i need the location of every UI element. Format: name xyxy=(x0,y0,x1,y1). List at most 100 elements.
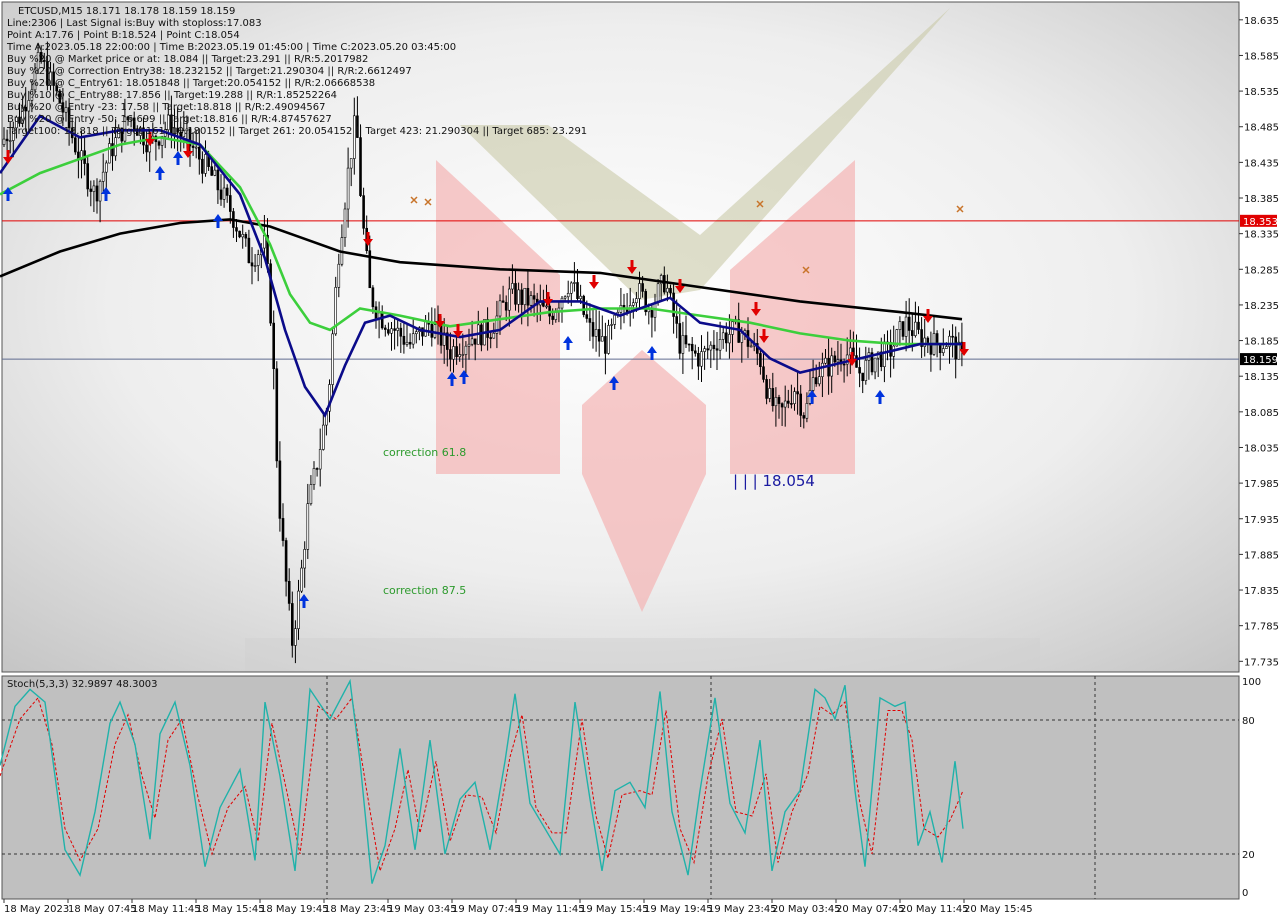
time-tick-label: 18 May 11:45 xyxy=(132,904,201,915)
candle-body xyxy=(396,327,400,331)
candle-body xyxy=(284,540,288,582)
candle-body xyxy=(765,379,768,399)
candle-body xyxy=(480,324,483,346)
candle-body xyxy=(681,335,685,354)
time-tick-label: 18 May 19:45 xyxy=(260,904,329,915)
candle-body xyxy=(697,352,700,367)
candle-body xyxy=(380,312,384,329)
candle-body xyxy=(607,325,610,354)
candle-body xyxy=(213,169,217,176)
signal-info-line: Buy %20 @ Entry -50: 16.699 || Target:18… xyxy=(7,114,332,125)
candle-body xyxy=(532,295,536,300)
candle-body xyxy=(210,166,213,176)
candle-body xyxy=(709,344,713,351)
candle-body xyxy=(244,234,248,239)
candle-body xyxy=(229,195,232,212)
candle-body xyxy=(529,295,533,306)
candle-body xyxy=(241,234,244,238)
candle-body xyxy=(721,332,725,340)
candle-body xyxy=(331,333,334,385)
candle-body xyxy=(272,322,276,370)
candle-body xyxy=(740,332,744,343)
candle-body xyxy=(724,332,728,344)
candle-body xyxy=(287,580,291,604)
candle-body xyxy=(703,348,706,352)
candle-body xyxy=(504,302,508,311)
candle-body xyxy=(222,187,226,200)
candle-body xyxy=(790,403,793,405)
price-tick-label: 18.335 xyxy=(1244,230,1279,241)
candle-body xyxy=(650,309,654,318)
candle-body xyxy=(520,289,524,305)
price-tick-label: 18.085 xyxy=(1244,408,1279,419)
price-chart[interactable]: ETCUSD,M15 18.171 18.178 18.159 18.159 L… xyxy=(0,0,1280,920)
signal-info-line: Buy %20 @ Entry -23: 17.58 || Target:18.… xyxy=(7,102,325,113)
candle-body xyxy=(256,254,260,266)
candle-body xyxy=(235,227,238,232)
resistance-price-label: 18.353 xyxy=(1243,217,1278,228)
price-tick-label: 18.585 xyxy=(1244,51,1279,62)
candle-body xyxy=(74,137,77,153)
candle-body xyxy=(579,295,582,299)
candle-body xyxy=(687,343,691,346)
price-tick-label: 18.635 xyxy=(1244,16,1279,27)
stoch-level-0-label: 0 xyxy=(1242,888,1248,899)
candle-body xyxy=(811,377,815,391)
candle-body xyxy=(455,346,458,358)
candle-body xyxy=(591,322,595,337)
time-tick-label: 19 May 19:45 xyxy=(644,904,713,915)
candle-body xyxy=(467,343,471,347)
candle-body xyxy=(597,329,601,342)
candle-body xyxy=(796,391,799,395)
candle-body xyxy=(201,158,204,174)
candle-body xyxy=(281,518,285,541)
signal-info-line: Buy %10 @ C_Entry88: 17.856 || Target:19… xyxy=(7,90,337,101)
candle-body xyxy=(954,336,958,360)
candle-body xyxy=(861,372,865,381)
current-price-label: 18.159 xyxy=(1243,355,1278,366)
signal-info-line: Buy %20 @ C_Entry61: 18.051848 || Target… xyxy=(7,78,375,89)
candle-body xyxy=(662,275,666,293)
chart-window[interactable]: ETCUSD,M15 18.171 18.178 18.159 18.159 L… xyxy=(0,0,1280,920)
candle-body xyxy=(576,282,579,299)
candle-body xyxy=(250,262,254,267)
price-tick-label: 17.785 xyxy=(1244,622,1279,633)
candle-body xyxy=(759,353,762,368)
candle-body xyxy=(315,468,319,470)
time-tick-label: 20 May 11:45 xyxy=(900,904,969,915)
price-tick-label: 17.735 xyxy=(1244,657,1279,668)
price-tick-label: 18.385 xyxy=(1244,194,1279,205)
candle-body xyxy=(929,343,933,355)
price-tick-label: 17.885 xyxy=(1244,550,1279,561)
time-tick-label: 19 May 23:45 xyxy=(708,904,777,915)
candle-body xyxy=(92,185,96,192)
candle-body xyxy=(278,460,282,519)
candle-body xyxy=(86,163,89,190)
candle-body xyxy=(414,331,418,335)
candle-body xyxy=(907,316,911,331)
price-axis: 18.635 18.585 18.535 18.485 18.435 18.385 18.3… xyxy=(1239,16,1279,668)
price-tick-label: 17.935 xyxy=(1244,515,1279,526)
candle-body xyxy=(814,377,818,385)
candle-body xyxy=(297,590,300,629)
candle-body xyxy=(898,321,902,330)
candle-body xyxy=(718,339,722,351)
candle-body xyxy=(489,337,493,339)
time-tick-label: 18 May 23:45 xyxy=(324,904,393,915)
candle-body xyxy=(346,167,350,210)
time-tick-label: 20 May 07:45 xyxy=(836,904,905,915)
candle-body xyxy=(678,323,682,354)
candle-body xyxy=(321,424,325,450)
price-tick-label: 17.985 xyxy=(1244,479,1279,490)
candle-body xyxy=(777,397,781,404)
candle-body xyxy=(712,344,716,350)
candle-body xyxy=(393,328,396,331)
candle-body xyxy=(219,189,223,200)
candle-body xyxy=(303,549,307,569)
candle-body xyxy=(951,335,954,338)
candle-body xyxy=(700,351,703,367)
stoch-title: Stoch(5,3,3) 32.9897 48.3003 xyxy=(7,679,158,690)
candle-body xyxy=(793,391,796,404)
candle-body xyxy=(684,335,688,345)
time-tick-label: 18 May 2023 xyxy=(4,904,69,915)
